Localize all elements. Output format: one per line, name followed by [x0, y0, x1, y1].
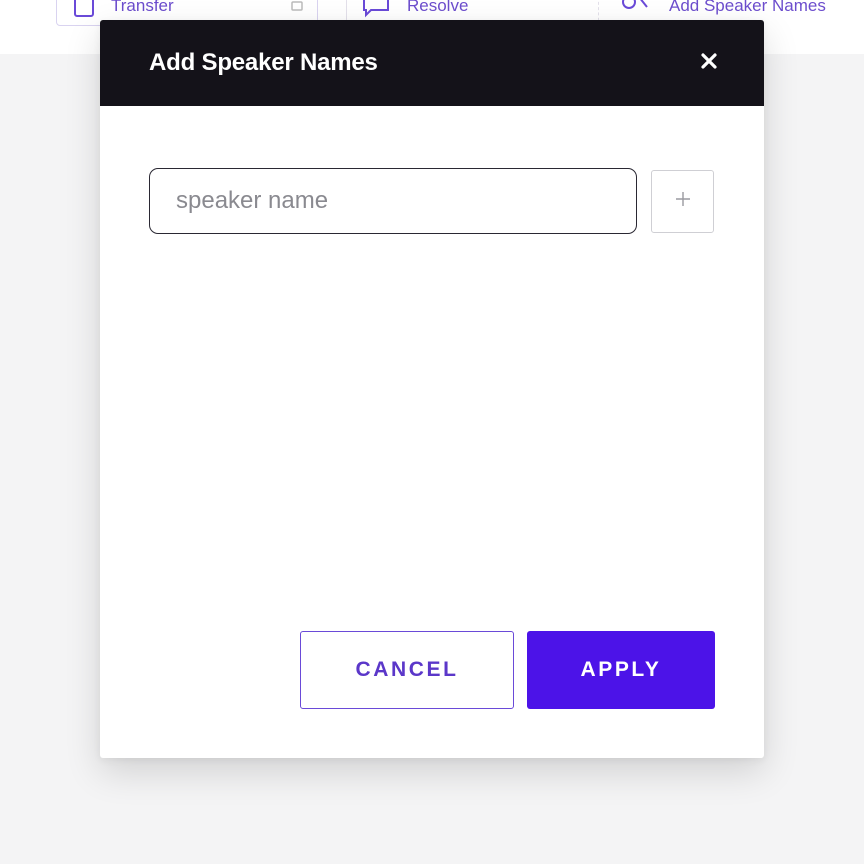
close-button[interactable]: [695, 49, 723, 77]
plus-icon: [674, 190, 692, 213]
dialog-actions: CANCEL APPLY: [300, 631, 715, 709]
dropdown-icon: [291, 0, 303, 16]
dialog-header: Add Speaker Names: [100, 20, 764, 106]
document-icon: [73, 0, 95, 18]
toolbar-item-label: Add Speaker Names: [669, 0, 826, 15]
cancel-button[interactable]: CANCEL: [300, 631, 514, 709]
speaker-input-row: [149, 168, 714, 234]
toolbar-item-label: Resolve: [407, 0, 469, 15]
add-speaker-button[interactable]: [651, 169, 714, 233]
add-speaker-names-dialog: Add Speaker Names CANCEL: [100, 20, 764, 758]
speaker-name-input[interactable]: [149, 168, 637, 234]
dialog-title: Add Speaker Names: [149, 49, 378, 76]
toolbar-item-label: Transfer: [111, 0, 174, 15]
apply-button[interactable]: APPLY: [527, 631, 715, 709]
close-icon: [700, 52, 718, 75]
comment-icon: [361, 0, 391, 18]
speaker-add-icon: [619, 0, 653, 19]
app-page: Transfer Resolve Add Speaker Names Add S…: [0, 0, 864, 864]
